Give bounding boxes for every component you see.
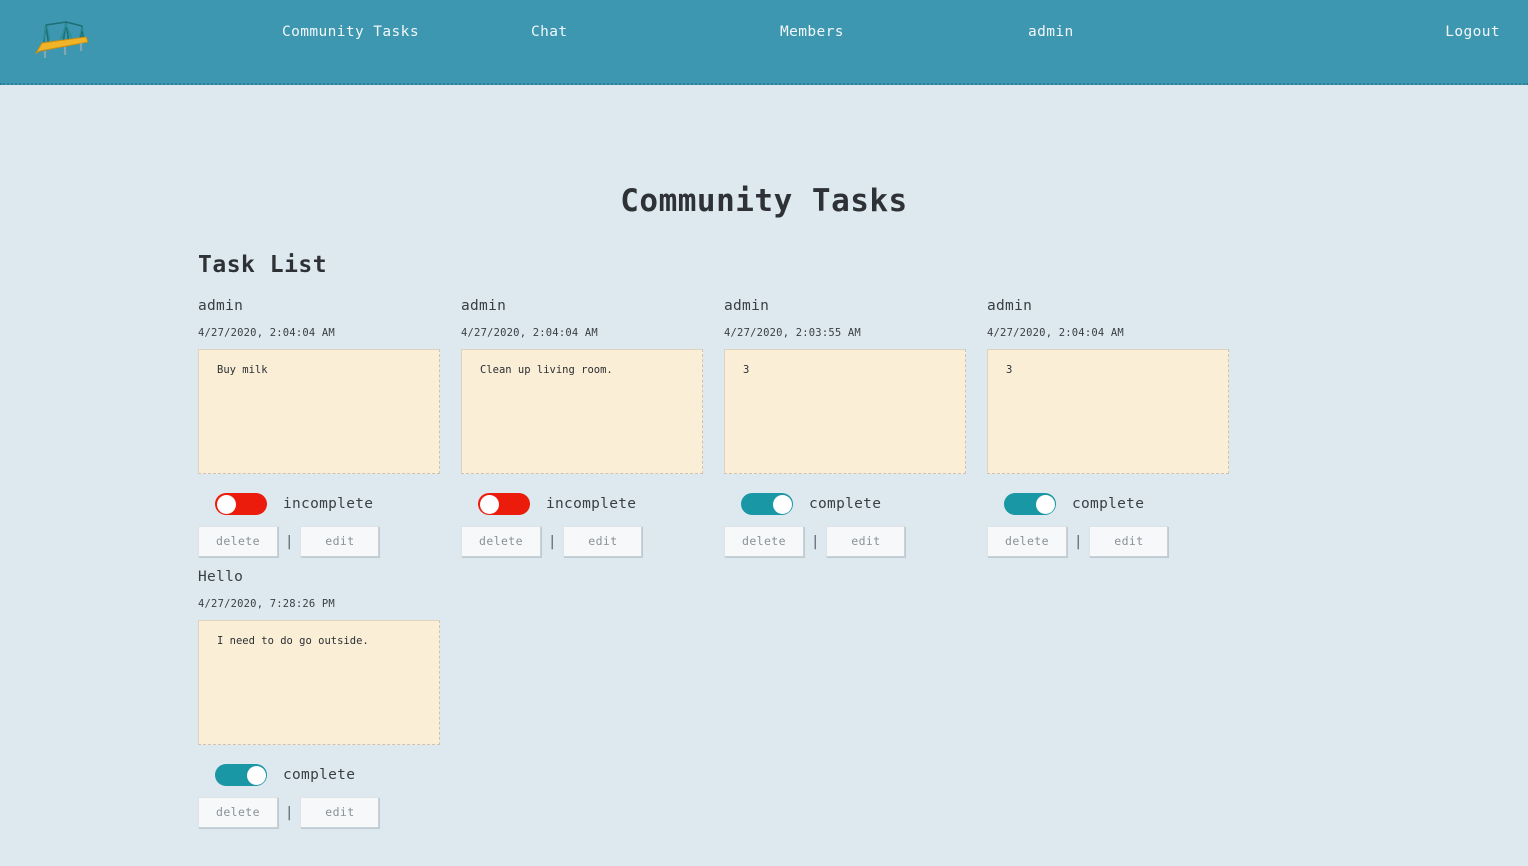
- task-complete-toggle[interactable]: [478, 493, 530, 515]
- button-separator: |: [548, 533, 557, 550]
- delete-button[interactable]: delete: [198, 526, 278, 557]
- nav-links: Community Tasks Chat Members admin Logou…: [0, 14, 1528, 44]
- task-date: 4/27/2020, 2:04:04 AM: [461, 327, 598, 339]
- delete-button[interactable]: delete: [724, 526, 804, 557]
- task-status-row: complete: [987, 493, 1250, 515]
- task-author: admin: [987, 298, 1033, 314]
- nav-link-community-tasks[interactable]: Community Tasks: [282, 24, 419, 40]
- task-text-input[interactable]: [461, 349, 703, 474]
- edit-button[interactable]: edit: [300, 526, 380, 557]
- task-complete-toggle[interactable]: [215, 764, 267, 786]
- top-navbar: Community Tasks Chat Members admin Logou…: [0, 0, 1528, 85]
- toggle-knob-icon: [1035, 494, 1055, 514]
- nav-link-admin[interactable]: admin: [1028, 24, 1074, 40]
- task-action-row: delete | edit: [198, 526, 461, 557]
- task-grid: admin 4/27/2020, 2:04:04 AM incomplete dele…: [198, 298, 1340, 840]
- task-author: admin: [198, 298, 244, 314]
- task-status-row: complete: [724, 493, 987, 515]
- page-content: Community Tasks Task List admin 4/27/2020…: [0, 183, 1528, 866]
- task-text-input[interactable]: [987, 349, 1229, 474]
- task-status-label: complete: [283, 767, 356, 783]
- button-separator: |: [285, 533, 294, 550]
- toggle-knob-icon: [216, 494, 236, 514]
- edit-button[interactable]: edit: [826, 526, 906, 557]
- edit-button[interactable]: edit: [563, 526, 643, 557]
- task-status-row: incomplete: [198, 493, 461, 515]
- task-date: 4/27/2020, 7:28:26 PM: [198, 598, 335, 610]
- task-card: admin 4/27/2020, 2:04:04 AM complete delete…: [987, 298, 1250, 557]
- task-author: admin: [724, 298, 770, 314]
- edit-button[interactable]: edit: [1089, 526, 1169, 557]
- task-text-input[interactable]: [724, 349, 966, 474]
- task-status-label: incomplete: [546, 496, 637, 512]
- task-card: admin 4/27/2020, 2:04:04 AM incomplete dele…: [198, 298, 461, 557]
- task-complete-toggle[interactable]: [1004, 493, 1056, 515]
- delete-button[interactable]: delete: [987, 526, 1067, 557]
- page-inner: Task List admin 4/27/2020, 2:04:04 AM inco…: [188, 252, 1340, 866]
- task-author: admin: [461, 298, 507, 314]
- edit-button[interactable]: edit: [300, 797, 380, 828]
- task-status-label: incomplete: [283, 496, 374, 512]
- nav-link-members[interactable]: Members: [780, 24, 844, 40]
- task-action-row: delete | edit: [198, 797, 461, 828]
- task-text-input[interactable]: [198, 620, 440, 745]
- task-card: admin 4/27/2020, 2:03:55 AM complete delete…: [724, 298, 987, 557]
- toggle-knob-icon: [772, 494, 792, 514]
- task-date: 4/27/2020, 2:04:04 AM: [198, 327, 335, 339]
- task-action-row: delete | edit: [987, 526, 1250, 557]
- task-card: admin 4/27/2020, 2:04:04 AM incomplete dele…: [461, 298, 724, 557]
- task-list-heading: Task List: [198, 252, 328, 278]
- toggle-knob-icon: [479, 494, 499, 514]
- task-author: Hello: [198, 569, 244, 585]
- task-status-row: complete: [198, 764, 461, 786]
- toggle-knob-icon: [246, 765, 266, 785]
- delete-button[interactable]: delete: [198, 797, 278, 828]
- task-date: 4/27/2020, 2:03:55 AM: [724, 327, 861, 339]
- task-action-row: delete | edit: [461, 526, 724, 557]
- task-card: Hello 4/27/2020, 7:28:26 PM complete delete…: [198, 569, 461, 828]
- button-separator: |: [1074, 533, 1083, 550]
- task-status-row: incomplete: [461, 493, 724, 515]
- button-separator: |: [811, 533, 820, 550]
- task-complete-toggle[interactable]: [215, 493, 267, 515]
- task-complete-toggle[interactable]: [741, 493, 793, 515]
- task-action-row: delete | edit: [724, 526, 987, 557]
- task-status-label: complete: [809, 496, 882, 512]
- task-status-label: complete: [1072, 496, 1145, 512]
- nav-link-logout[interactable]: Logout: [1445, 24, 1500, 40]
- button-separator: |: [285, 804, 294, 821]
- delete-button[interactable]: delete: [461, 526, 541, 557]
- task-date: 4/27/2020, 2:04:04 AM: [987, 327, 1124, 339]
- page-title: Community Tasks: [620, 183, 908, 219]
- task-text-input[interactable]: [198, 349, 440, 474]
- nav-link-chat[interactable]: Chat: [531, 24, 568, 40]
